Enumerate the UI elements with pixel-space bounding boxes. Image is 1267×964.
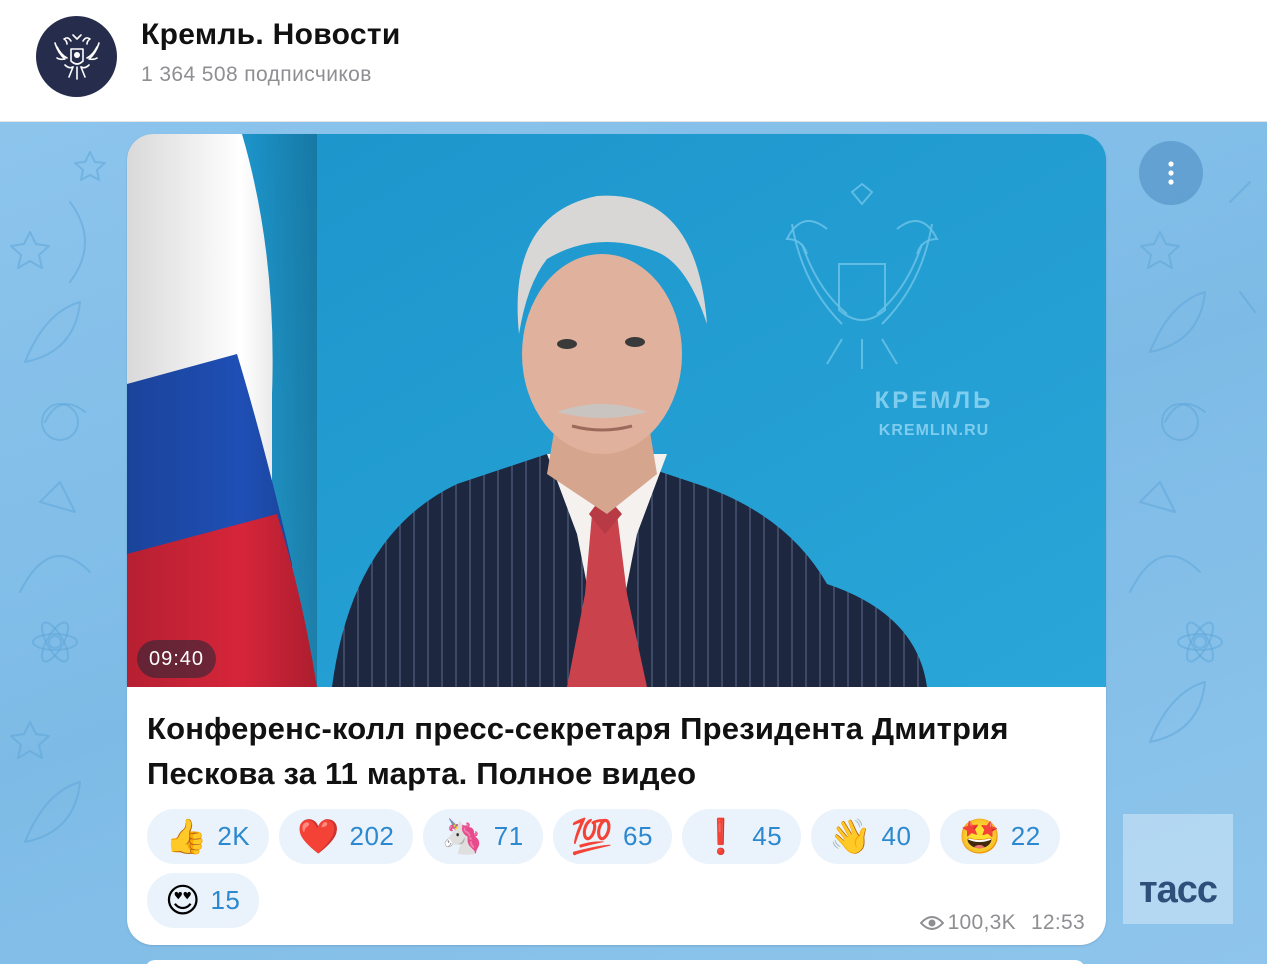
russian-eagle-emblem-icon (53, 33, 100, 80)
unicorn-icon: 🦄 (441, 817, 484, 856)
reaction-count: 45 (752, 821, 783, 851)
reaction-thumbs-up[interactable]: 👍 2K (147, 809, 270, 864)
reaction-waving-hand[interactable]: 👋 40 (811, 809, 931, 864)
tass-logo: тасс (1138, 869, 1218, 911)
vertical-dots-icon (1168, 161, 1174, 185)
next-post-bubble[interactable] (145, 960, 1085, 964)
hundred-points-icon: 💯 (570, 817, 613, 856)
exclamation-icon: ❗ (699, 817, 743, 856)
heart-eyes-icon: 😍 (165, 881, 201, 920)
video-frame-image: КРЕМЛЬ KREMLIN.RU (127, 134, 1106, 687)
channel-avatar[interactable] (36, 16, 117, 97)
reaction-count: 22 (1010, 821, 1041, 851)
post-meta: 100,3K 12:53 (919, 911, 1085, 935)
reaction-heart-eyes[interactable]: 😍 15 (147, 873, 260, 928)
post-time: 12:53 (1030, 911, 1085, 934)
heart-icon: ❤️ (297, 817, 340, 856)
reaction-star-struck[interactable]: 🤩 22 (940, 809, 1060, 864)
reaction-exclamation[interactable]: ❗ 45 (681, 809, 802, 864)
reaction-hundred[interactable]: 💯 65 (552, 809, 672, 864)
backdrop-title: КРЕМЛЬ (875, 387, 994, 414)
reaction-count: 40 (881, 821, 912, 851)
eye-icon (919, 916, 944, 930)
waving-hand-icon: 👋 (829, 817, 872, 856)
channel-header: Кремль. Новости 1 364 508 подписчиков (0, 0, 1267, 122)
thumbs-up-icon: 👍 (165, 817, 208, 856)
view-count: 100,3K (947, 911, 1016, 934)
reaction-unicorn[interactable]: 🦄 71 (423, 809, 543, 864)
star-struck-icon: 🤩 (958, 817, 1001, 856)
video-thumbnail[interactable]: КРЕМЛЬ KREMLIN.RU 09:40 (127, 134, 1106, 687)
reaction-count: 71 (493, 821, 524, 851)
subscriber-count: 1 364 508 подписчиков (141, 63, 372, 86)
video-duration-badge: 09:40 (137, 640, 217, 678)
reaction-count: 15 (210, 885, 241, 915)
reaction-count: 2K (217, 821, 251, 851)
reaction-heart[interactable]: ❤️ 202 (279, 809, 414, 864)
reaction-count: 202 (349, 821, 395, 851)
more-options-button[interactable] (1139, 141, 1203, 205)
post-title: Конференс-колл пресс-секретаря Президент… (147, 711, 1009, 791)
channel-title[interactable]: Кремль. Новости (141, 18, 401, 52)
reaction-count: 65 (623, 821, 653, 851)
tass-watermark: тасс (1123, 814, 1233, 924)
post-bubble[interactable]: КРЕМЛЬ KREMLIN.RU 09:40 Конференс-колл п… (127, 134, 1106, 945)
backdrop-url: KREMLIN.RU (879, 422, 989, 439)
chat-area[interactable]: КРЕМЛЬ KREMLIN.RU 09:40 Конференс-колл п… (0, 122, 1267, 964)
